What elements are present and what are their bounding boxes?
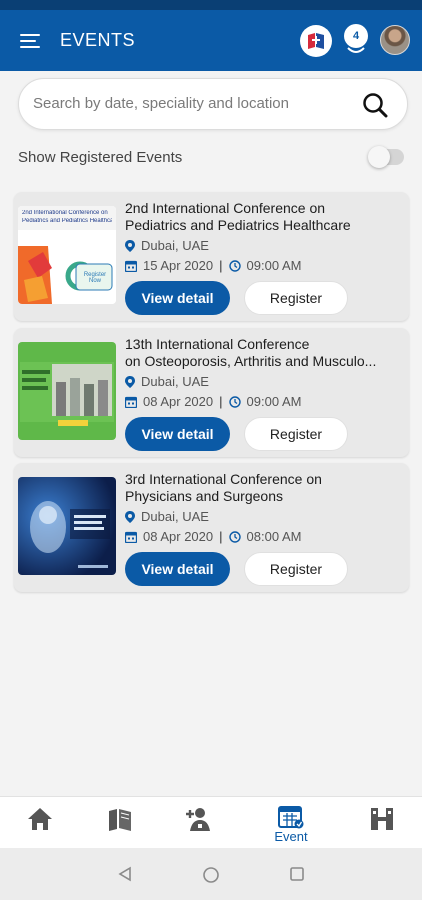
thumbnail-subtitle: Pediatrics and Pediatrics Healthcare <box>22 218 112 224</box>
event-card[interactable]: 2nd International Conference on Pediatri… <box>14 192 409 321</box>
event-date: 15 Apr 2020 <box>143 258 214 273</box>
view-detail-button[interactable]: View detail <box>125 552 230 586</box>
event-date: 08 Apr 2020 <box>143 529 214 544</box>
back-icon[interactable] <box>117 866 133 882</box>
location-pin-icon <box>125 239 135 252</box>
calendar-event-icon <box>278 806 304 829</box>
clock-icon <box>228 259 241 272</box>
show-registered-row: Show Registered Events <box>18 145 408 171</box>
event-card[interactable]: 3rd International Conference on Physicia… <box>14 463 409 592</box>
event-time: 09:00 AM <box>246 258 302 273</box>
search-icon[interactable] <box>361 91 389 119</box>
event-time: 08:00 AM <box>246 529 302 544</box>
event-title: 13th International Conference on Osteopo… <box>125 336 377 369</box>
event-thumbnail <box>18 342 116 440</box>
home-circle-icon[interactable] <box>202 866 220 884</box>
recents-icon[interactable] <box>289 866 305 882</box>
register-button[interactable]: Register <box>244 281 348 315</box>
bell-icon <box>347 47 365 53</box>
event-title: 3rd International Conference on Physicia… <box>125 471 322 504</box>
nav-event[interactable]: Event <box>266 805 316 849</box>
books-icon <box>109 809 131 831</box>
register-button[interactable]: Register <box>244 417 348 451</box>
search-bar[interactable]: Search by date, speciality and location <box>18 78 408 130</box>
home-icon <box>28 808 52 830</box>
nav-network[interactable] <box>357 805 407 849</box>
user-avatar[interactable] <box>380 25 410 55</box>
notification-count-badge: 4 <box>344 24 368 48</box>
register-button[interactable]: Register <box>244 552 348 586</box>
event-thumbnail <box>18 477 116 575</box>
toggle-knob <box>368 146 390 168</box>
clock-icon <box>228 530 241 543</box>
event-time: 09:00 AM <box>246 394 302 409</box>
calendar-icon <box>125 260 137 272</box>
status-bar <box>0 0 422 10</box>
calendar-icon <box>125 396 137 408</box>
flag-logo-icon <box>308 33 324 49</box>
thumbnail-register-now: Register Now <box>83 272 107 284</box>
show-registered-label: Show Registered Events <box>18 149 183 166</box>
event-card[interactable]: 13th International Conference on Osteopo… <box>14 328 409 457</box>
event-location: Dubai, UAE <box>125 238 209 253</box>
page-title: EVENTS <box>60 30 136 50</box>
location-pin-icon <box>125 510 135 523</box>
doctor-add-icon <box>186 808 210 831</box>
location-pin-icon <box>125 375 135 388</box>
view-detail-button[interactable]: View detail <box>125 281 230 315</box>
conference-logo-button[interactable] <box>300 25 332 57</box>
system-navigation-bar <box>0 848 422 900</box>
thumbnail-title: 2nd International Conference on <box>22 210 108 216</box>
event-datetime: 08 Apr 2020 | 08:00 AM <box>125 529 301 544</box>
network-icon <box>371 808 393 830</box>
nav-event-label: Event <box>274 829 308 844</box>
event-thumbnail: 2nd International Conference on Pediatri… <box>18 206 116 304</box>
clock-icon <box>228 395 241 408</box>
calendar-icon <box>125 531 137 543</box>
nav-doctors[interactable] <box>173 805 223 849</box>
app-bar: EVENTS 4 <box>0 10 422 71</box>
event-datetime: 08 Apr 2020 | 09:00 AM <box>125 394 301 409</box>
event-datetime: 15 Apr 2020 | 09:00 AM <box>125 258 301 273</box>
nav-library[interactable] <box>95 805 145 849</box>
menu-icon[interactable] <box>20 34 40 48</box>
view-detail-button[interactable]: View detail <box>125 417 230 451</box>
event-date: 08 Apr 2020 <box>143 394 214 409</box>
event-location: Dubai, UAE <box>125 509 209 524</box>
search-input[interactable]: Search by date, speciality and location <box>33 95 289 112</box>
event-location: Dubai, UAE <box>125 374 209 389</box>
bottom-navigation: Event <box>0 796 422 848</box>
nav-home[interactable] <box>15 805 65 849</box>
event-title: 2nd International Conference on Pediatri… <box>125 200 351 233</box>
show-registered-toggle[interactable] <box>368 146 404 168</box>
notifications-button[interactable]: 4 <box>342 22 370 58</box>
